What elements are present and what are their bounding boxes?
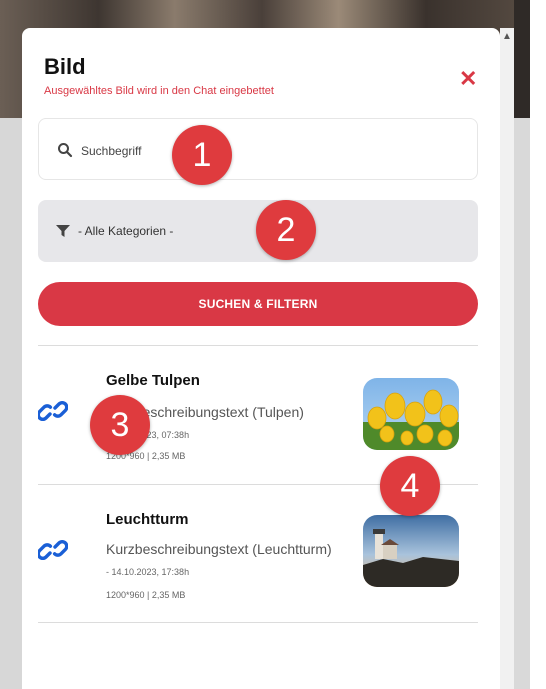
background-overlay-right bbox=[514, 118, 530, 689]
close-icon[interactable]: ✕ bbox=[459, 68, 477, 90]
lighthouse-thumbnail[interactable] bbox=[363, 515, 459, 587]
search-field[interactable] bbox=[38, 118, 478, 180]
page-edge bbox=[530, 0, 546, 689]
callout-badge: 3 bbox=[90, 395, 150, 455]
tulips-thumbnail[interactable] bbox=[363, 378, 459, 450]
callout-badge: 4 bbox=[380, 456, 440, 516]
list-divider bbox=[38, 622, 478, 623]
search-filter-button[interactable]: SUCHEN & FILTERN bbox=[38, 282, 478, 326]
category-select-value: - Alle Kategorien - bbox=[78, 224, 174, 238]
link-icon[interactable] bbox=[38, 535, 68, 565]
item-date: - 14.10.2023, 17:38h bbox=[106, 567, 190, 577]
item-description: Kurzbeschreibungstext (Leuchtturm) bbox=[106, 541, 332, 557]
search-icon bbox=[58, 143, 73, 158]
background-overlay-left bbox=[0, 118, 22, 689]
item-title[interactable]: Leuchtturm bbox=[106, 511, 189, 528]
link-icon[interactable] bbox=[38, 396, 68, 426]
filter-icon bbox=[56, 225, 70, 237]
item-meta: 1200*960 | 2,35 MB bbox=[106, 590, 186, 600]
callout-badge: 2 bbox=[256, 200, 316, 260]
callout-badge: 1 bbox=[172, 125, 232, 185]
item-title[interactable]: Gelbe Tulpen bbox=[106, 372, 200, 389]
image-picker-dialog: Bild Ausgewähltes Bild wird in den Chat … bbox=[22, 28, 500, 689]
dialog-title: Bild bbox=[44, 54, 86, 79]
dialog-subtitle: Ausgewähltes Bild wird in den Chat einge… bbox=[44, 85, 274, 97]
scroll-up-icon[interactable]: ▲ bbox=[502, 32, 512, 42]
modal-scrollbar[interactable]: ▲ bbox=[500, 28, 514, 689]
